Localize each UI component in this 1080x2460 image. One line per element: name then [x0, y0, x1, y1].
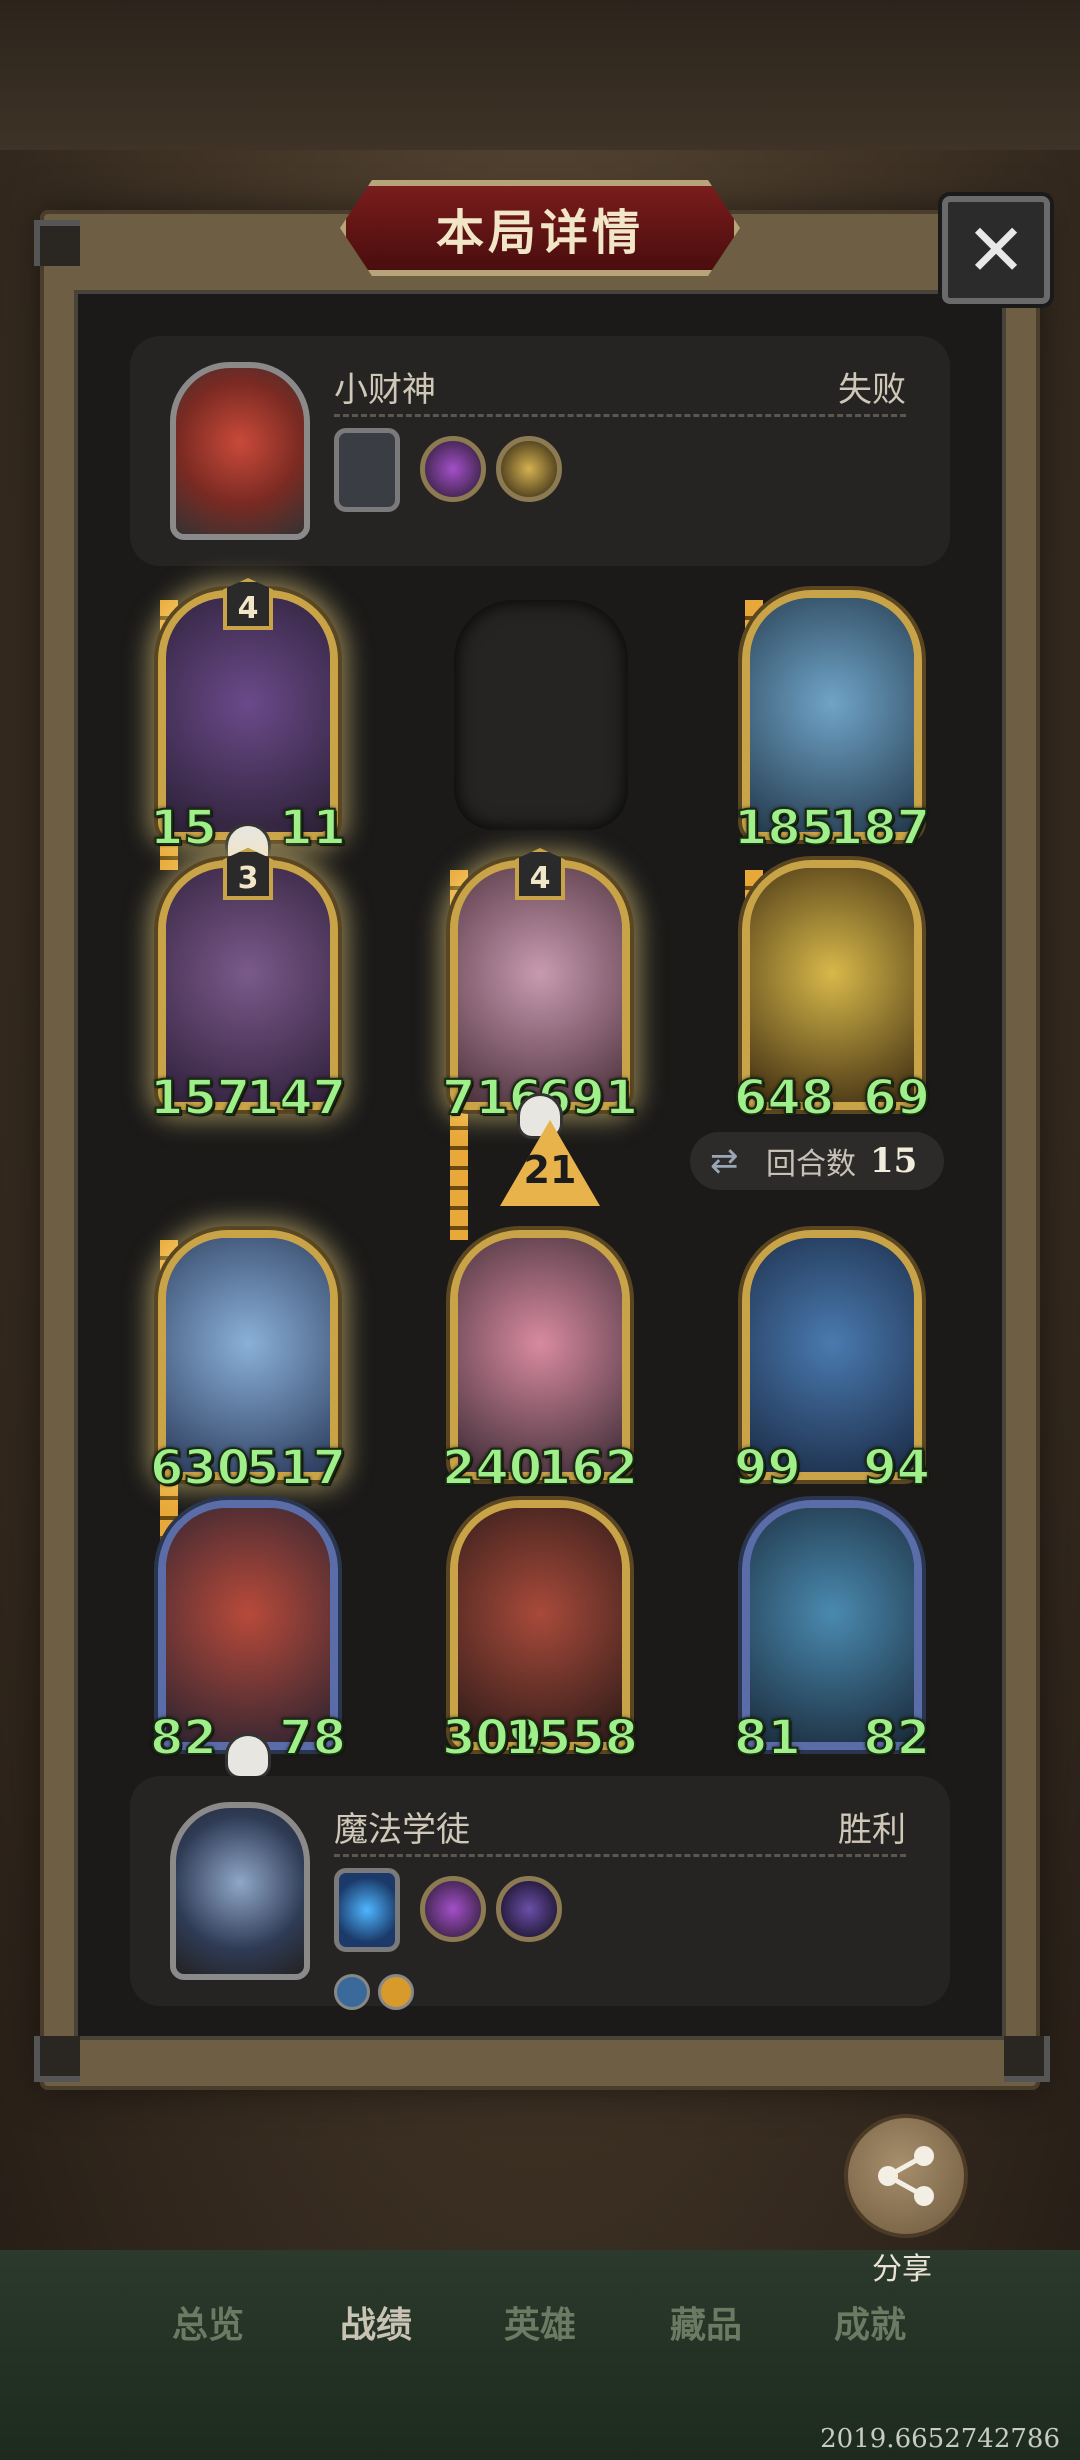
- rounds-value: 15: [870, 1141, 918, 1181]
- unit-art: [166, 868, 330, 1102]
- unit-attack: 240: [441, 1439, 543, 1497]
- unit-health: 78: [278, 1709, 347, 1767]
- unit-card-blue-dragon[interactable]: 630 517: [149, 1230, 347, 1497]
- unit-attack: 15: [149, 799, 218, 857]
- unit-attack: 81: [733, 1709, 802, 1767]
- unit-card-horned-beast[interactable]: 185 187: [733, 590, 931, 857]
- unit-art: [166, 1508, 330, 1742]
- unit-attack: 82: [149, 1709, 218, 1767]
- unit-card-golden-demon[interactable]: 648 69: [733, 860, 931, 1127]
- unit-art: [166, 598, 330, 832]
- empty-unit-slot: [454, 600, 628, 830]
- unit-art: [166, 1238, 330, 1472]
- dialog-title-banner: 本局详情: [340, 180, 740, 276]
- frame-corner: [34, 220, 80, 266]
- skull-icon: [228, 1736, 268, 1776]
- opponent-item-chest[interactable]: [496, 436, 562, 502]
- opponent-result: 失败: [838, 370, 906, 410]
- unit-attack: 157: [149, 1069, 251, 1127]
- player-avatar[interactable]: [170, 1802, 310, 1980]
- unit-card-void-dragon[interactable]: 3 157 147: [149, 848, 347, 1127]
- nav-collection[interactable]: 藏品: [670, 2296, 742, 2348]
- unit-card-shadow-knight[interactable]: 4 15 11: [149, 578, 347, 866]
- dialog-title: 本局详情: [435, 205, 644, 261]
- unit-health: 69: [862, 1069, 931, 1127]
- nav-records[interactable]: 战绩: [340, 2296, 412, 2348]
- player-panel: 魔法学徒 胜利: [130, 1776, 950, 2010]
- frame-corner: [34, 2036, 80, 2082]
- unit-art: [458, 1508, 622, 1742]
- opponent-relic-card[interactable]: [334, 428, 400, 512]
- unit-health: 1558: [503, 1709, 639, 1767]
- top-background: [0, 0, 1080, 150]
- unit-attack: 99: [733, 1439, 802, 1497]
- unit-health: 162: [537, 1439, 639, 1497]
- nav-overview[interactable]: 总览: [172, 2296, 244, 2348]
- nav-achievements[interactable]: 成就: [834, 2296, 906, 2348]
- player-item-gift[interactable]: [420, 1876, 486, 1942]
- unit-card-rose-knight[interactable]: 240 162: [441, 1230, 639, 1497]
- damage-value: 21: [523, 1148, 577, 1192]
- unit-art: [458, 1238, 622, 1472]
- opponent-item-gift[interactable]: [420, 436, 486, 502]
- close-button[interactable]: ✕: [942, 196, 1050, 304]
- share-icon: [878, 2146, 934, 2206]
- horse-buff-icon[interactable]: [378, 1974, 414, 2010]
- unit-health: 94: [862, 1439, 931, 1497]
- unit-card-toy-soldier[interactable]: 82 78: [149, 1500, 347, 1776]
- unit-card-sea-serpent[interactable]: 81 82: [733, 1500, 931, 1767]
- unit-art: [750, 1238, 914, 1472]
- unit-card-mad-scientist[interactable]: 4 716 691: [441, 848, 639, 1136]
- player-name: 魔法学徒: [334, 1810, 470, 1850]
- opponent-name: 小财神: [334, 370, 436, 410]
- opponent-avatar[interactable]: [170, 362, 310, 540]
- rounds-swap-icon: ⇄: [710, 1141, 739, 1181]
- share-label: 分享: [872, 2252, 932, 2287]
- unit-art: [750, 868, 914, 1102]
- rounds-label: 回合数: [766, 1147, 856, 1182]
- nav-heroes[interactable]: 英雄: [504, 2296, 576, 2348]
- unit-health: 187: [829, 799, 931, 857]
- unit-card-masked-warrior[interactable]: 309 1558: [441, 1500, 639, 1767]
- share-button[interactable]: [844, 2114, 968, 2238]
- player-relic-orb[interactable]: [334, 1868, 400, 1952]
- unit-card-deep-creatures[interactable]: 99 94: [733, 1230, 931, 1497]
- footer-number: 2019.6652742786: [820, 2424, 1060, 2454]
- unit-art: [750, 598, 914, 832]
- unit-health: 517: [245, 1439, 347, 1497]
- unit-attack: 185: [733, 799, 835, 857]
- unit-health: 147: [245, 1069, 347, 1127]
- unit-art: [750, 1508, 914, 1742]
- player-result: 胜利: [838, 1810, 906, 1850]
- divider: [334, 1854, 906, 1857]
- unit-attack: 630: [149, 1439, 251, 1497]
- frame-corner: [1004, 2036, 1050, 2082]
- player-item-book[interactable]: [496, 1876, 562, 1942]
- unit-art: [458, 868, 622, 1102]
- unit-attack: 648: [733, 1069, 835, 1127]
- opponent-panel: 小财神 失败: [130, 336, 950, 566]
- unit-health: 11: [278, 799, 347, 857]
- unit-health: 82: [862, 1709, 931, 1767]
- close-icon: ✕: [965, 208, 1027, 292]
- sword-buff-icon[interactable]: [334, 1974, 370, 2010]
- divider: [334, 414, 906, 417]
- rounds-counter: ⇄ 回合数 15: [690, 1132, 944, 1190]
